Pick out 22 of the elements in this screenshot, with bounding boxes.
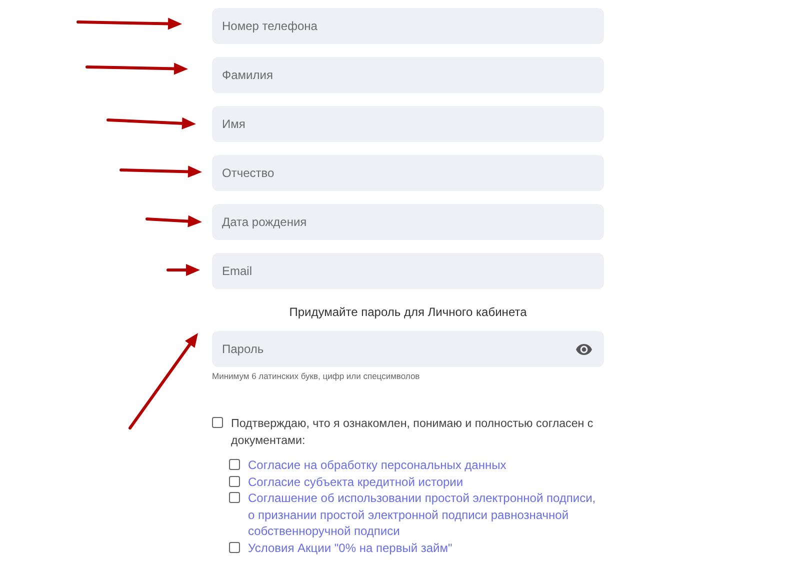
input-field[interactable]: Отчество <box>212 155 604 191</box>
input-field[interactable]: Email <box>212 253 604 289</box>
arrow <box>146 215 202 228</box>
checkbox[interactable] <box>229 459 240 470</box>
input-field[interactable]: Номер телефона <box>212 8 604 44</box>
input-field[interactable]: Фамилия <box>212 57 604 93</box>
input-field[interactable]: Имя <box>212 106 604 142</box>
consent-text: Подтверждаю, что я ознакомлен, понимаю и полностью согласен с документами: <box>231 416 594 449</box>
password-field[interactable]: Пароль <box>212 331 604 367</box>
document-link[interactable]: Согласие на обработку персональных данных <box>248 457 604 474</box>
arrow <box>166 264 200 276</box>
password-heading: Придумайте пароль для Личного кабинета <box>288 305 528 319</box>
password-hint: Минимум 6 латинских букв, цифр или спецсимволов <box>212 371 421 381</box>
document-link[interactable]: Соглашение об использовании простой электронной подписи, о признании простой электронной подписи равнозначной собственноручной подписи <box>248 490 604 540</box>
document-link[interactable]: Условия Акции "0% на первый займ" <box>248 540 604 556</box>
checkbox[interactable] <box>229 476 240 486</box>
checkbox[interactable] <box>229 542 240 552</box>
input-field[interactable]: Дата рождения <box>212 204 604 240</box>
eye-icon[interactable] <box>576 344 592 355</box>
checkbox[interactable] <box>212 417 223 428</box>
document-link[interactable]: Согласие субъекта кредитной истории <box>248 474 604 490</box>
checkbox[interactable] <box>229 492 240 503</box>
